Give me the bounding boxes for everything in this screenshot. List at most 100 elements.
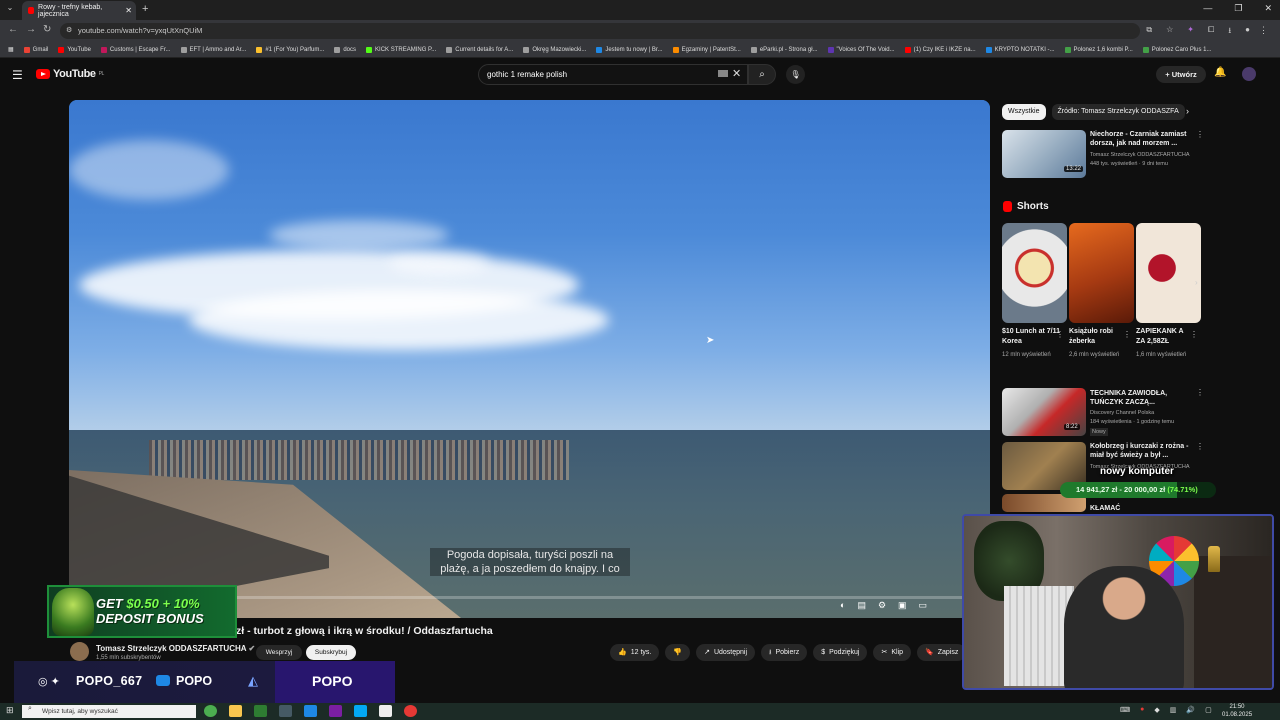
bookmark-item[interactable]: Current details for A... xyxy=(446,46,513,53)
more-options-icon[interactable]: ⋮ xyxy=(1196,388,1204,397)
save-button[interactable]: 🔖 Zapisz xyxy=(917,644,967,661)
more-options-icon[interactable]: ⋮ xyxy=(1190,330,1198,339)
tray-icon[interactable]: ▢ xyxy=(1205,706,1212,714)
short-title[interactable]: Książuło robi żeberka xyxy=(1069,327,1127,347)
minimize-button[interactable]: — xyxy=(1203,3,1212,14)
new-tab-button[interactable]: + xyxy=(142,3,148,15)
keyboard-icon[interactable] xyxy=(718,70,728,77)
short-thumbnail[interactable] xyxy=(1002,223,1067,323)
share-button[interactable]: ↗ Udostępnij xyxy=(696,644,756,661)
bookmark-item[interactable]: KRYPTO NOTATKI -... xyxy=(985,46,1055,53)
search-button[interactable]: ⌕ xyxy=(748,64,776,85)
menu-hamburger-icon[interactable]: ☰ xyxy=(12,68,23,82)
browser-menu-icon[interactable]: ⋮ xyxy=(1259,25,1268,36)
channel-name[interactable]: Tomasz Strzelczyk ODDASZFARTUCHA ✔ xyxy=(96,644,255,653)
like-button[interactable]: 👍 12 tys. xyxy=(610,644,660,661)
subscribe-button[interactable]: Subskrybuj xyxy=(306,645,356,660)
settings-gear-icon[interactable]: ⚙ xyxy=(878,600,886,611)
more-options-icon[interactable]: ⋮ xyxy=(1123,330,1131,339)
close-window-button[interactable]: ✕ xyxy=(1264,3,1272,14)
forward-arrow-icon[interactable]: → xyxy=(26,24,36,35)
thanks-button[interactable]: $ Podziękuj xyxy=(813,644,868,661)
profile-icon[interactable]: ● xyxy=(1245,25,1250,39)
search-input[interactable]: gothic 1 remake polish xyxy=(478,64,748,85)
bookmark-item[interactable]: "Voices Of The Void... xyxy=(827,46,895,53)
bookmark-item[interactable]: EFT | Ammo and Ar... xyxy=(180,46,246,53)
channel-avatar[interactable] xyxy=(70,642,89,661)
bookmark-item[interactable]: eParki.pl - Strona gł... xyxy=(750,46,818,53)
voice-search-button[interactable]: 🎙 xyxy=(786,65,805,84)
tab-close-icon[interactable]: ✕ xyxy=(125,6,132,15)
bookmark-item[interactable]: Customs | Escape Fr... xyxy=(100,46,171,53)
windows-start-icon[interactable]: ⊞ xyxy=(6,705,14,716)
short-thumbnail[interactable] xyxy=(1136,223,1201,323)
network-icon[interactable]: ▥ xyxy=(1170,706,1177,714)
clip-button[interactable]: ✂ Klip xyxy=(873,644,912,661)
notifications-bell-icon[interactable]: 🔔 xyxy=(1214,67,1226,78)
file-explorer-icon[interactable] xyxy=(229,705,242,717)
site-info-icon[interactable]: ⚙ xyxy=(66,23,72,39)
clear-search-icon[interactable]: ✕ xyxy=(732,67,741,80)
bookmark-item[interactable]: docs xyxy=(334,46,356,53)
dislike-button[interactable]: 👎 xyxy=(665,644,691,661)
browser-tab-active[interactable]: Rowy - trefny kebab, jajecznica ✕ xyxy=(22,1,136,20)
chip-all[interactable]: Wszystkie xyxy=(1002,104,1046,120)
volume-icon[interactable]: 🔊 xyxy=(1186,706,1195,714)
autoplay-toggle-icon[interactable]: ◐ xyxy=(840,600,845,611)
bookmark-item[interactable]: (1) Czy IKE i IKZE na... xyxy=(904,46,976,53)
account-avatar[interactable] xyxy=(1242,67,1256,81)
more-options-icon[interactable]: ⋮ xyxy=(1196,130,1204,139)
recommended-video[interactable]: 13:22 Niechorze - Czarniak zamiast dorsz… xyxy=(1002,130,1204,180)
short-title[interactable]: ZAPIEKANK A ZA 2,58ZŁ xyxy=(1136,327,1194,347)
chrome-icon[interactable] xyxy=(204,705,217,717)
app-tray-icon[interactable]: ◆ xyxy=(1154,706,1159,714)
chip-channel-source[interactable]: Źródło: Tomasz Strzelczyk ODDASZFA xyxy=(1051,104,1185,120)
chevron-right-icon[interactable]: › xyxy=(1186,106,1189,116)
bookmark-item[interactable]: KICK STREAMING P... xyxy=(366,46,436,53)
bookmark-item[interactable]: Egzaminy | PatentSt... xyxy=(672,46,741,53)
create-button[interactable]: + Utwórz xyxy=(1156,66,1206,83)
tab-search-button[interactable]: ⌄ xyxy=(4,3,16,15)
video-player[interactable] xyxy=(69,100,990,618)
url-bar[interactable]: ⚙ youtube.com/watch?v=yxqUtXnQUiM xyxy=(60,23,1140,39)
app-icon[interactable] xyxy=(379,705,392,717)
download-icon[interactable]: ⭳ xyxy=(1228,25,1231,39)
recommended-video[interactable]: 8:22 TECHNIKA ZAWIODŁA, TUŃCZYK ZACZĄ...… xyxy=(1002,388,1204,438)
shorts-next-icon[interactable]: › xyxy=(1195,278,1198,287)
app-tray-icon[interactable]: ● xyxy=(1140,706,1144,714)
bookmark-item[interactable]: Polonez 1,6 kombi P... xyxy=(1064,46,1133,53)
bookmark-item[interactable]: Gmail xyxy=(23,46,48,53)
keyboard-icon[interactable]: ⌨ xyxy=(1120,706,1130,714)
extension-icon[interactable]: ✦ xyxy=(1187,25,1194,39)
bookmark-item[interactable]: Jestem tu nowy | Br... xyxy=(596,46,663,53)
bookmark-item[interactable]: Okręg Mazowiecki... xyxy=(523,46,586,53)
back-arrow-icon[interactable]: ← xyxy=(8,24,18,35)
more-options-icon[interactable]: ⋮ xyxy=(1056,330,1064,339)
theater-mode-icon[interactable]: ▭ xyxy=(919,600,928,611)
download-button[interactable]: ⭳ Pobierz xyxy=(761,644,808,661)
short-thumbnail[interactable] xyxy=(1069,223,1134,323)
reload-icon[interactable]: ↻ xyxy=(43,24,51,35)
taskbar-clock[interactable]: 21:50 01.08.2025 xyxy=(1222,703,1252,719)
subtitles-icon[interactable]: ▤ xyxy=(857,600,866,611)
bookmark-item[interactable]: Polonez Caro Plus 1... xyxy=(1142,46,1212,53)
apps-grid-icon[interactable]: ▦ xyxy=(8,46,14,53)
join-button[interactable]: Wesprzyj xyxy=(256,645,302,660)
obs-icon[interactable] xyxy=(404,705,417,717)
youtube-logo[interactable]: YouTube PL xyxy=(36,68,104,80)
app-icon[interactable] xyxy=(354,705,367,717)
extensions-puzzle-icon[interactable]: ⧠ xyxy=(1208,25,1214,39)
app-icon[interactable] xyxy=(254,705,267,717)
bookmark-item[interactable]: YouTube xyxy=(58,46,91,53)
taskbar-search-input[interactable]: Wpisz tutaj, aby wyszukać xyxy=(22,705,196,718)
short-title[interactable]: $10 Lunch at 7/11 Korea xyxy=(1002,327,1060,347)
bookmark-star-icon[interactable]: ☆ xyxy=(1166,25,1173,39)
cast-icon[interactable]: ⧉ xyxy=(1146,25,1152,39)
maximize-button[interactable]: ❐ xyxy=(1234,3,1242,14)
app-icon[interactable] xyxy=(279,705,292,717)
miniplayer-icon[interactable]: ▣ xyxy=(898,600,907,611)
bookmark-item[interactable]: #1 (For You) Parfum... xyxy=(256,46,324,53)
steam-icon[interactable] xyxy=(304,705,317,717)
app-icon[interactable] xyxy=(329,705,342,717)
more-options-icon[interactable]: ⋮ xyxy=(1196,442,1204,451)
